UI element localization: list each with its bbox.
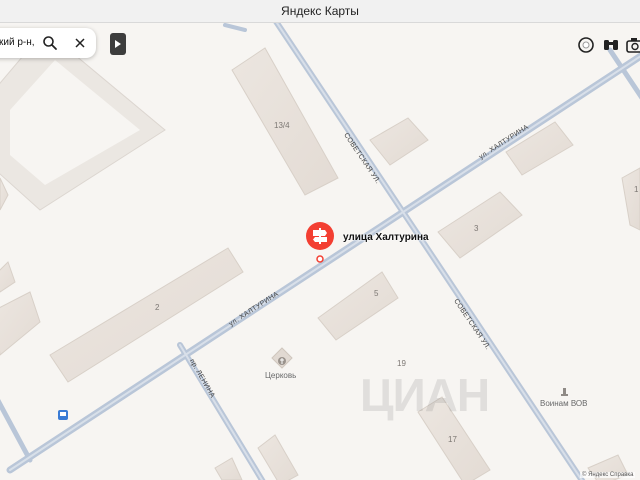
building-number: 17 xyxy=(448,435,457,444)
map-canvas[interactable] xyxy=(0,23,640,480)
search-icon[interactable] xyxy=(42,35,58,51)
panel-toggle-button[interactable] xyxy=(110,33,126,55)
layers-icon[interactable] xyxy=(575,34,597,56)
copyright[interactable]: © Яндекс Справка xyxy=(580,472,636,478)
triangle-right-icon xyxy=(115,40,121,48)
building-number: 5 xyxy=(374,289,379,298)
building-number: 3 xyxy=(474,224,479,233)
transit-icon xyxy=(58,410,68,420)
search-box[interactable]: ский р-н, xyxy=(0,28,96,58)
building-number: 19 xyxy=(397,359,406,368)
binoculars-icon[interactable] xyxy=(600,34,622,56)
watermark: ЦИАН xyxy=(360,369,490,421)
search-input[interactable]: ский р-н, xyxy=(0,28,44,58)
close-icon[interactable] xyxy=(72,35,88,51)
camera-icon[interactable] xyxy=(624,34,640,56)
building-number: 1 xyxy=(634,185,639,194)
window-title: Яндекс Карты xyxy=(0,0,640,23)
poi-label-church[interactable]: Церковь xyxy=(265,371,296,380)
poi-label-memorial[interactable]: Воинам ВОВ xyxy=(540,399,587,408)
pin-label[interactable]: улица Халтурина xyxy=(343,232,429,243)
building-number: 13/4 xyxy=(274,121,290,130)
building-number: 2 xyxy=(155,303,160,312)
